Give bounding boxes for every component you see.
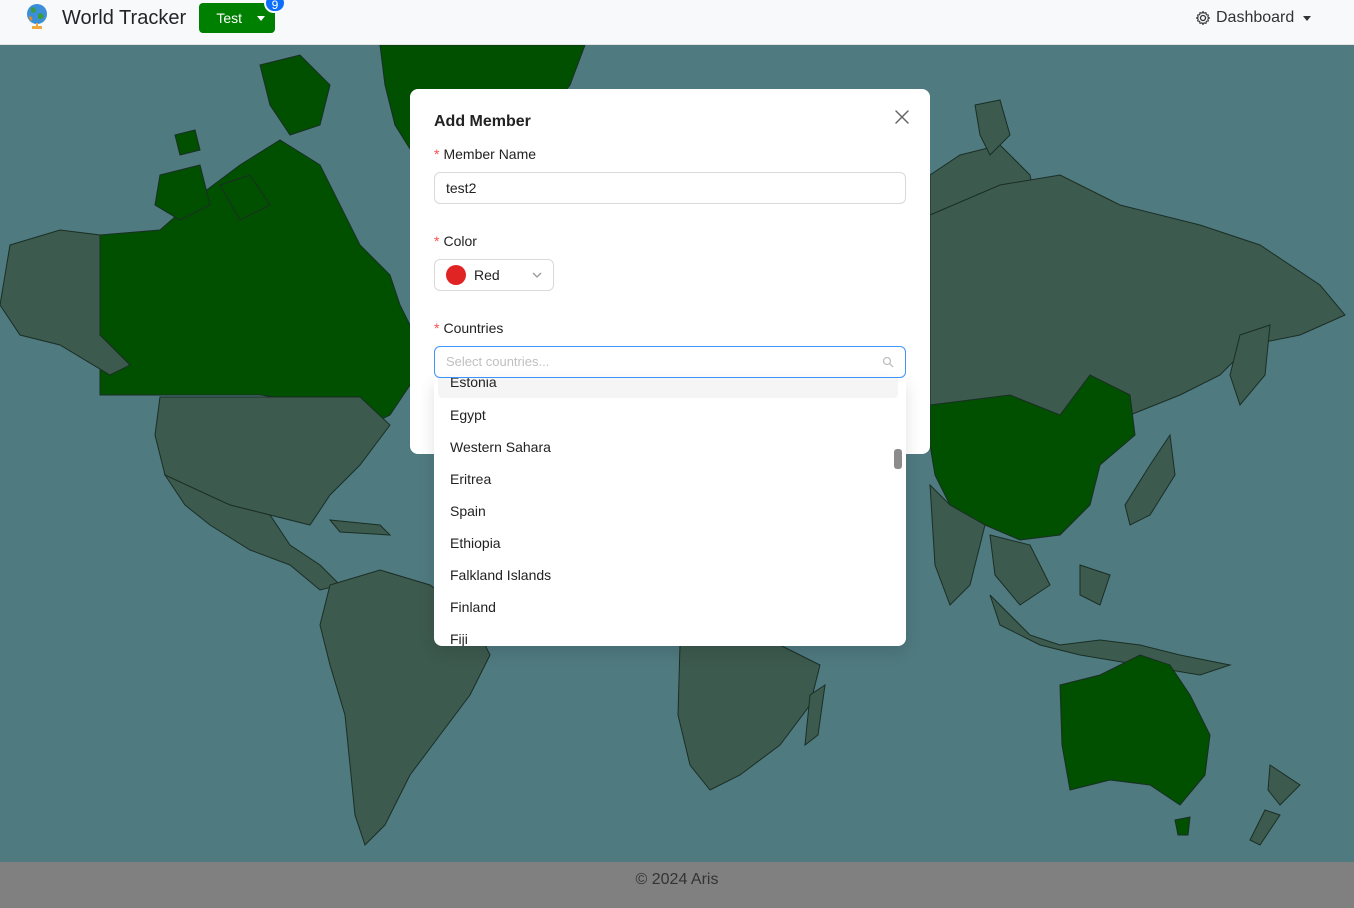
- dashboard-dropdown[interactable]: Dashboard: [1195, 9, 1312, 27]
- color-label: * Color: [434, 233, 477, 249]
- dropdown-scrollbar[interactable]: [894, 449, 902, 469]
- top-navbar: World Tracker Test 9 Dashboard: [0, 0, 1354, 45]
- countries-search-input[interactable]: Select countries...: [434, 346, 906, 378]
- app-title[interactable]: World Tracker: [62, 7, 186, 30]
- option-egypt[interactable]: Egypt: [438, 399, 898, 431]
- gear-icon: [1195, 10, 1211, 26]
- caret-down-icon: [1303, 15, 1312, 21]
- option-spain[interactable]: Spain: [438, 495, 898, 527]
- countries-dropdown[interactable]: Estonia Egypt Western Sahara Eritrea Spa…: [434, 378, 906, 646]
- color-select-value: Red: [474, 267, 500, 283]
- color-select[interactable]: Red: [434, 259, 554, 291]
- group-dropdown-button[interactable]: Test: [199, 3, 275, 33]
- countries-label: * Countries: [434, 320, 504, 336]
- option-estonia[interactable]: Estonia: [438, 378, 898, 398]
- close-icon[interactable]: [892, 107, 912, 127]
- required-mark: *: [434, 233, 440, 249]
- globe-logo-icon[interactable]: [24, 2, 50, 32]
- member-name-input[interactable]: test2: [434, 172, 906, 204]
- footer: © 2024 Aris: [0, 862, 1354, 908]
- search-icon: [882, 356, 894, 368]
- required-mark: *: [434, 320, 440, 336]
- modal-title: Add Member: [434, 113, 531, 130]
- option-eritrea[interactable]: Eritrea: [438, 463, 898, 495]
- dashboard-label: Dashboard: [1216, 9, 1295, 26]
- option-ethiopia[interactable]: Ethiopia: [438, 527, 898, 559]
- option-finland[interactable]: Finland: [438, 591, 898, 623]
- footer-text: © 2024 Aris: [635, 871, 719, 888]
- required-mark: *: [434, 146, 440, 162]
- group-button-label: Test: [216, 10, 242, 26]
- option-fiji[interactable]: Fiji: [438, 623, 898, 646]
- member-name-label: * Member Name: [434, 146, 537, 162]
- caret-down-icon: [257, 15, 265, 21]
- option-falkland-islands[interactable]: Falkland Islands: [438, 559, 898, 591]
- color-swatch: [446, 265, 466, 285]
- countries-placeholder: Select countries...: [446, 354, 550, 369]
- option-western-sahara[interactable]: Western Sahara: [438, 431, 898, 463]
- member-count-badge: 9: [264, 0, 286, 13]
- chevron-down-icon: [532, 272, 542, 278]
